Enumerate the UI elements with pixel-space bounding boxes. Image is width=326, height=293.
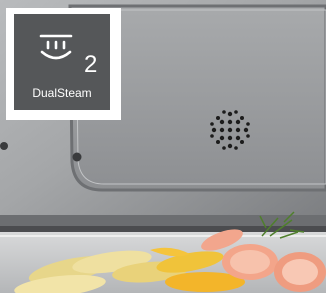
badge-number: 2 [84, 51, 98, 78]
dualsteam-badge: 2 DualSteam [14, 14, 110, 110]
badge-label: DualSteam [32, 86, 92, 100]
steam-injection-icon [39, 34, 73, 60]
oven-screw [72, 152, 82, 162]
